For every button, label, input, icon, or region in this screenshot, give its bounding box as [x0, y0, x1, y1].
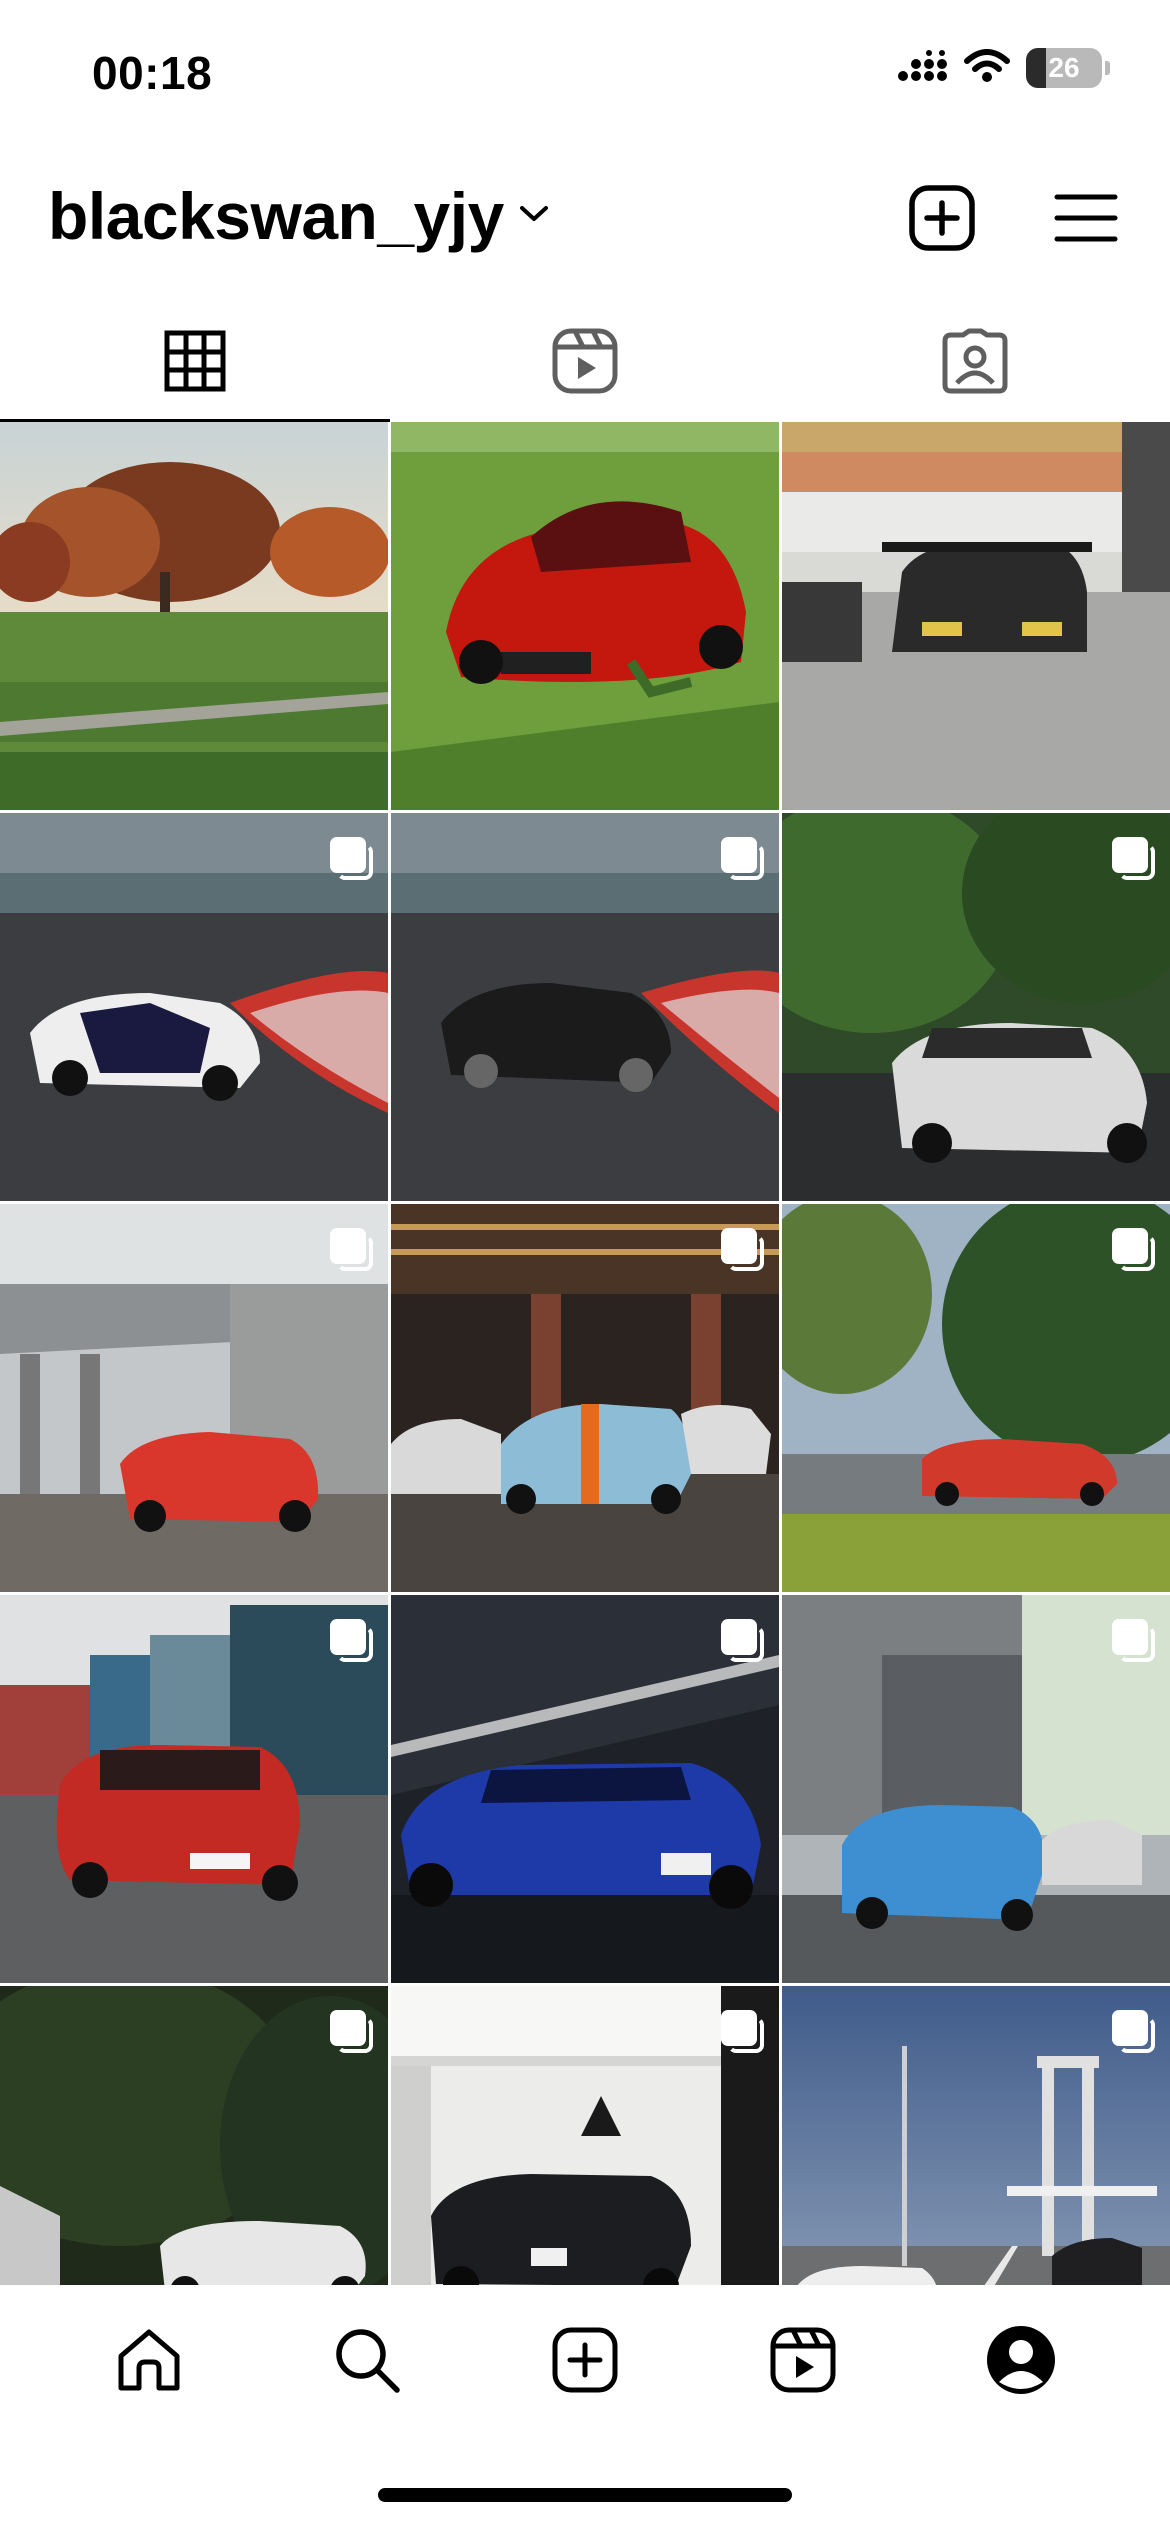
hamburger-menu-icon [1054, 194, 1118, 242]
status-indicators: 26 [898, 48, 1110, 88]
posts-grid [0, 422, 1170, 2374]
post-thumbnail[interactable] [782, 1595, 1170, 1983]
profile-tabs [0, 300, 1170, 422]
nav-reels[interactable] [767, 2324, 839, 2396]
battery-percent: 26 [1048, 52, 1080, 83]
multiple-photos-icon [330, 2010, 374, 2054]
multiple-photos-icon [1112, 837, 1156, 881]
search-icon [336, 2329, 400, 2393]
multiple-photos-icon [330, 1619, 374, 1663]
post-thumbnail[interactable] [0, 813, 388, 1201]
bottom-navigation [0, 2285, 1170, 2435]
profile-icon [987, 2326, 1055, 2394]
chevron-down-icon[interactable] [518, 204, 550, 229]
status-time: 00:18 [92, 47, 213, 99]
status-bar: 00:18 26 [0, 0, 1170, 150]
post-thumbnail[interactable] [782, 422, 1170, 810]
multiple-photos-icon [721, 1228, 765, 1272]
wifi-icon [964, 48, 1010, 88]
username[interactable]: blackswan_yjy [48, 178, 504, 254]
menu-button[interactable] [1050, 182, 1122, 254]
post-thumbnail[interactable] [391, 1204, 779, 1592]
post-thumbnail[interactable] [391, 813, 779, 1201]
battery-fill [1026, 48, 1046, 88]
profile-header: blackswan_yjy [0, 150, 1170, 290]
post-thumbnail[interactable] [0, 1595, 388, 1983]
nav-create[interactable] [549, 2324, 621, 2396]
multiple-photos-icon [1112, 1619, 1156, 1663]
nav-search[interactable] [331, 2324, 403, 2396]
cellular-signal-icon [898, 49, 948, 87]
post-thumbnail[interactable] [782, 813, 1170, 1201]
tab-reels[interactable] [390, 300, 780, 422]
multiple-photos-icon [1112, 1228, 1156, 1272]
multiple-photos-icon [330, 1228, 374, 1272]
post-thumbnail[interactable] [391, 422, 779, 810]
account-switcher[interactable]: blackswan_yjy [48, 178, 550, 254]
multiple-photos-icon [721, 2010, 765, 2054]
nav-profile[interactable] [985, 2324, 1057, 2396]
create-button[interactable] [906, 182, 978, 254]
multiple-photos-icon [330, 837, 374, 881]
home-indicator [378, 2488, 792, 2502]
battery-icon: 26 [1026, 48, 1102, 88]
reels-icon [770, 2327, 836, 2393]
post-thumbnail[interactable] [391, 1595, 779, 1983]
plus-square-icon [552, 2327, 618, 2393]
grid-icon [164, 330, 226, 392]
battery-cap [1105, 61, 1110, 75]
tab-posts-grid[interactable] [0, 300, 390, 422]
home-icon [118, 2329, 180, 2391]
tagged-person-icon [942, 328, 1008, 394]
post-thumbnail[interactable] [0, 422, 388, 810]
tab-tagged[interactable] [780, 300, 1170, 422]
multiple-photos-icon [721, 1619, 765, 1663]
nav-home[interactable] [113, 2324, 185, 2396]
multiple-photos-icon [721, 837, 765, 881]
reels-icon [552, 328, 618, 394]
post-thumbnail[interactable] [782, 1204, 1170, 1592]
multiple-photos-icon [1112, 2010, 1156, 2054]
plus-square-icon [909, 185, 975, 251]
post-thumbnail[interactable] [0, 1204, 388, 1592]
